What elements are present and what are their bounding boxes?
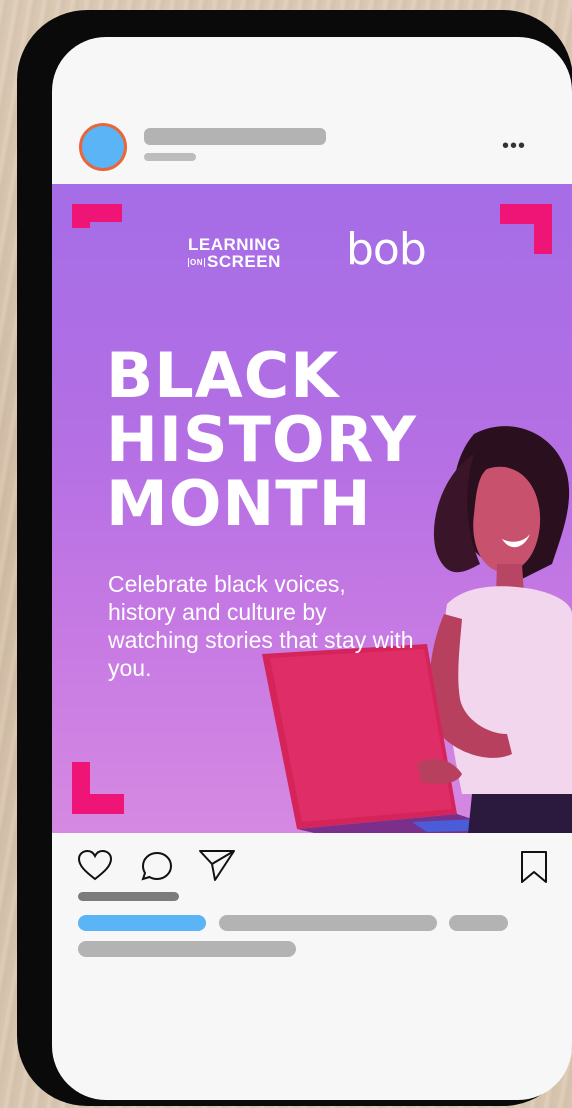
avatar[interactable] bbox=[79, 123, 127, 171]
username-placeholder[interactable] bbox=[144, 128, 326, 145]
heart-icon[interactable] bbox=[76, 848, 114, 882]
likes-count-placeholder bbox=[78, 892, 179, 901]
caption-text-placeholder bbox=[219, 915, 437, 931]
logo-line-screen: ON SCREEN bbox=[188, 253, 281, 271]
headline-line-3: MONTH bbox=[106, 467, 372, 540]
logo-on-mark: ON bbox=[188, 258, 205, 268]
caption-text-placeholder-3 bbox=[78, 941, 296, 957]
bookmark-icon[interactable] bbox=[519, 849, 549, 885]
phone-frame: ••• LEARNING ON SCREEN bob BLACK HISTORY… bbox=[17, 10, 572, 1106]
logo-screen-text: SCREEN bbox=[207, 252, 281, 271]
phone-screen: ••• LEARNING ON SCREEN bob BLACK HISTORY… bbox=[52, 37, 572, 1100]
more-options-button[interactable]: ••• bbox=[502, 136, 526, 156]
volume-up-button bbox=[23, 198, 39, 246]
post-image[interactable]: LEARNING ON SCREEN bob BLACK HISTORY MON… bbox=[52, 184, 572, 833]
caption-username-placeholder[interactable] bbox=[78, 915, 206, 931]
comment-icon[interactable] bbox=[139, 849, 175, 883]
bob-logo: bob bbox=[346, 224, 427, 275]
volume-down-button bbox=[23, 262, 39, 310]
location-placeholder bbox=[144, 153, 196, 161]
headline-line-2: HISTORY bbox=[106, 403, 417, 476]
learning-on-screen-logo: LEARNING ON SCREEN bbox=[188, 236, 281, 271]
corner-bracket-top-left-v bbox=[72, 204, 90, 228]
send-icon[interactable] bbox=[197, 847, 237, 883]
caption-text-placeholder-2 bbox=[449, 915, 508, 931]
corner-bracket-bottom-left bbox=[72, 794, 124, 814]
headline: BLACK HISTORY MONTH bbox=[106, 344, 417, 536]
corner-bracket-top-right-v bbox=[534, 204, 552, 254]
headline-line-1: BLACK bbox=[106, 339, 340, 412]
tagline: Celebrate black voices, history and cult… bbox=[108, 571, 414, 681]
